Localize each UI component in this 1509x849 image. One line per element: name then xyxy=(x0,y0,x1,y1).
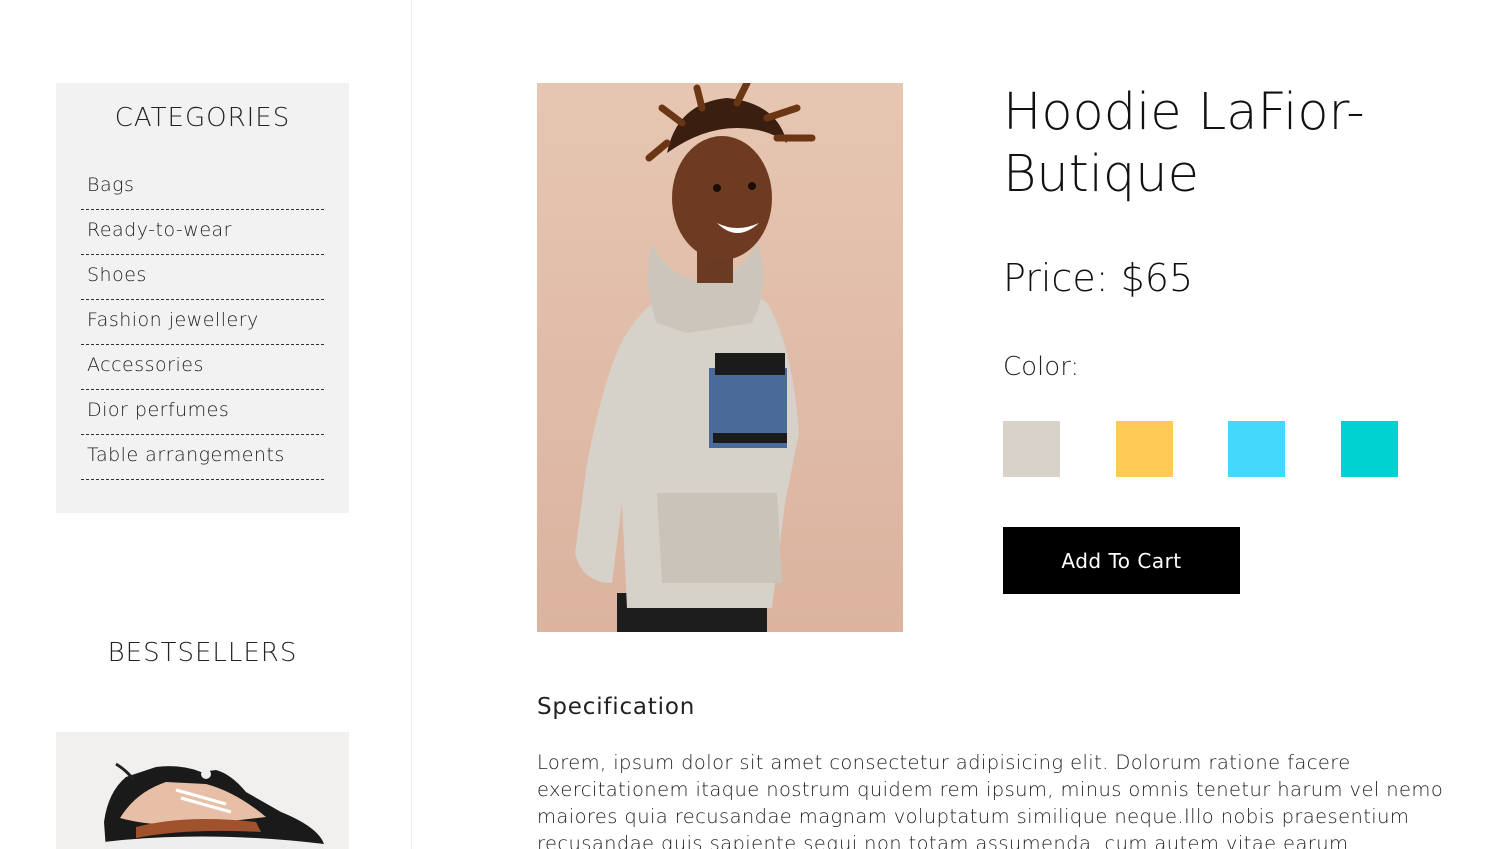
product-photo xyxy=(537,83,903,632)
price-label: Price: xyxy=(1003,256,1109,300)
categories-list: Bags Ready-to-wear Shoes Fashion jewelle… xyxy=(81,165,324,480)
category-item-bags[interactable]: Bags xyxy=(81,165,324,210)
category-item-accessories[interactable]: Accessories xyxy=(81,345,324,390)
categories-title: CATEGORIES xyxy=(114,103,291,133)
category-item-shoes[interactable]: Shoes xyxy=(81,255,324,300)
bestsellers-title: BESTSELLERS xyxy=(107,638,298,668)
category-item-dior-perfumes[interactable]: Dior perfumes xyxy=(81,390,324,435)
bestseller-item-image[interactable] xyxy=(56,732,349,849)
product-title: Hoodie LaFior-Butique xyxy=(1003,83,1365,204)
category-item-ready-to-wear[interactable]: Ready-to-wear xyxy=(81,210,324,255)
add-to-cart-button[interactable]: Add To Cart xyxy=(1003,527,1240,594)
color-swatch-beige[interactable] xyxy=(1003,421,1060,477)
color-swatches xyxy=(1003,421,1403,477)
color-swatch-turquoise[interactable] xyxy=(1341,421,1398,477)
specification-title: Specification xyxy=(537,694,696,720)
hoodie-model-image xyxy=(575,83,816,632)
price-row: Price: $65 xyxy=(1003,256,1193,300)
specification-text: Lorem, ipsum dolor sit amet consectetur … xyxy=(537,751,1444,849)
color-swatch-yellow[interactable] xyxy=(1116,421,1173,477)
sneaker-image xyxy=(104,762,324,849)
sidebar: CATEGORIES Bags Ready-to-wear Shoes Fash… xyxy=(0,0,412,849)
category-item-fashion-jewellery[interactable]: Fashion jewellery xyxy=(81,300,324,345)
categories-panel: CATEGORIES Bags Ready-to-wear Shoes Fash… xyxy=(56,83,349,513)
color-swatch-light-blue[interactable] xyxy=(1228,421,1285,477)
color-label: Color: xyxy=(1003,352,1080,382)
price-value: $65 xyxy=(1120,256,1194,300)
category-item-table-arrangements[interactable]: Table arrangements xyxy=(81,435,324,480)
